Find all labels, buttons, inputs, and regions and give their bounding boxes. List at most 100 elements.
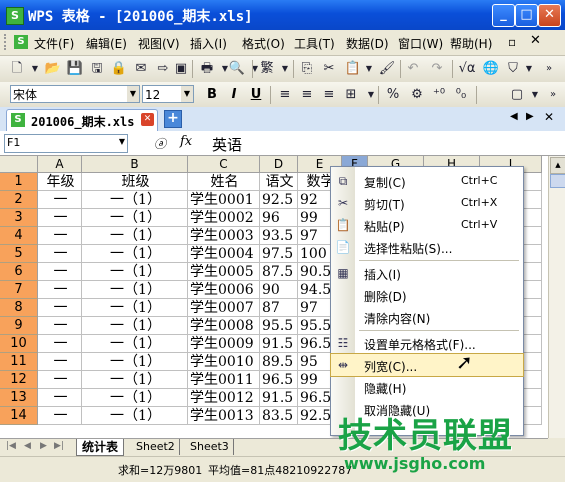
sheet-tab-active[interactable]: 统计表 xyxy=(76,439,125,456)
borders-icon[interactable]: ▢ xyxy=(508,86,526,104)
table-cell[interactable]: 一（1） xyxy=(82,263,188,281)
table-cell[interactable]: 一 xyxy=(38,191,82,209)
cut-icon[interactable]: ✂ xyxy=(320,60,338,78)
new-dropdown-icon[interactable]: ▼ xyxy=(26,60,44,78)
tab-scroll-left-icon[interactable]: ◀ xyxy=(510,111,518,122)
menu-item-paste[interactable]: 📋 粘贴(P) Ctrl+V xyxy=(331,214,523,236)
sheet-tab[interactable]: Sheet2 xyxy=(132,439,180,455)
print-preview-icon[interactable]: 🔍 xyxy=(228,60,246,78)
pdf-icon[interactable]: ▣ xyxy=(172,60,190,78)
table-cell[interactable]: 91.5 xyxy=(260,389,298,407)
row-header[interactable]: 7 xyxy=(0,281,38,299)
chevron-down-icon[interactable]: ▼ xyxy=(181,86,193,102)
underline-button[interactable]: U xyxy=(246,86,266,104)
increase-decimal-icon[interactable]: ⁺⁰ xyxy=(430,86,448,104)
row-header[interactable]: 10 xyxy=(0,335,38,353)
table-cell[interactable]: 一 xyxy=(38,317,82,335)
traditional-chinese-icon[interactable]: 繁 xyxy=(258,60,276,78)
table-cell[interactable]: 96 xyxy=(260,209,298,227)
row-header[interactable]: 2 xyxy=(0,191,38,209)
table-cell[interactable]: 一（1） xyxy=(82,191,188,209)
font-name-combo[interactable]: 宋体 ▼ xyxy=(10,85,140,103)
menu-restore-icon[interactable]: ▫ xyxy=(508,35,516,49)
formula-content[interactable]: 英语 xyxy=(212,134,242,155)
close-tab-icon[interactable]: ✕ xyxy=(141,113,154,126)
table-cell[interactable]: 一 xyxy=(38,209,82,227)
column-header[interactable]: C xyxy=(188,156,260,173)
print-icon[interactable]: 🖶 xyxy=(198,60,216,78)
table-cell[interactable]: 一（1） xyxy=(82,371,188,389)
convert-dropdown-icon[interactable]: ▼ xyxy=(276,60,294,78)
chevron-down-icon[interactable]: ▼ xyxy=(127,86,139,102)
table-cell[interactable]: 学生0008 xyxy=(188,317,260,335)
align-center-icon[interactable]: ≡ xyxy=(298,86,316,104)
mail-icon[interactable]: ✉ xyxy=(132,60,150,78)
row-header[interactable]: 12 xyxy=(0,371,38,389)
format-painter-icon[interactable]: 🖌 xyxy=(378,60,396,78)
function-icon[interactable]: √α xyxy=(458,60,476,78)
menu-help[interactable]: 帮助(H) xyxy=(450,35,492,52)
minimize-button[interactable]: _ xyxy=(492,4,515,27)
document-tab[interactable]: S 201006_期末.xls ✕ xyxy=(6,109,158,131)
menu-item-hide[interactable]: 隐藏(H) xyxy=(331,376,523,398)
table-cell[interactable]: 一 xyxy=(38,245,82,263)
function-icon[interactable]: fx xyxy=(180,134,192,149)
font-size-combo[interactable]: 12 ▼ xyxy=(142,85,194,103)
table-cell[interactable]: 92.5 xyxy=(260,191,298,209)
tab-close-all-icon[interactable]: ✕ xyxy=(544,110,554,124)
row-header[interactable]: 9 xyxy=(0,317,38,335)
save-icon[interactable]: 💾 xyxy=(66,60,84,78)
scroll-up-icon[interactable]: ▲ xyxy=(550,157,565,174)
menu-item-paste-special[interactable]: 📄 选择性粘贴(S)... xyxy=(331,236,523,258)
table-cell[interactable]: 95.5 xyxy=(260,317,298,335)
table-cell[interactable]: 学生0007 xyxy=(188,299,260,317)
menu-window[interactable]: 窗口(W) xyxy=(398,35,443,52)
row-header[interactable]: 13 xyxy=(0,389,38,407)
comma-style-icon[interactable]: ⚙ xyxy=(408,86,426,104)
table-cell[interactable]: 一 xyxy=(38,281,82,299)
table-cell[interactable]: 学生0005 xyxy=(188,263,260,281)
web-icon[interactable]: 🌐 xyxy=(482,60,500,78)
scroll-thumb[interactable] xyxy=(550,174,565,188)
menu-format[interactable]: 格式(O) xyxy=(242,35,285,52)
table-cell[interactable]: 一 xyxy=(38,227,82,245)
table-cell[interactable]: 学生0006 xyxy=(188,281,260,299)
undo-icon[interactable]: ↶ xyxy=(404,60,422,78)
menu-insert[interactable]: 插入(I) xyxy=(190,35,227,52)
menu-tools[interactable]: 工具(T) xyxy=(294,35,335,52)
table-cell[interactable]: 93.5 xyxy=(260,227,298,245)
toolbar-overflow-icon[interactable]: » xyxy=(544,86,562,104)
menu-item-cut[interactable]: ✂ 剪切(T) Ctrl+X xyxy=(331,192,523,214)
menu-close-icon[interactable]: ✕ xyxy=(530,33,541,48)
table-cell[interactable]: 一（1） xyxy=(82,299,188,317)
first-sheet-icon[interactable]: |◀ xyxy=(6,441,16,451)
row-header[interactable]: 14 xyxy=(0,407,38,425)
row-header[interactable]: 8 xyxy=(0,299,38,317)
table-cell[interactable]: 一 xyxy=(38,353,82,371)
row-header[interactable]: 1 xyxy=(0,173,38,191)
menu-item-column-width[interactable]: ⇹ 列宽(C)... xyxy=(330,353,524,377)
bold-button[interactable]: B xyxy=(202,86,222,104)
table-cell[interactable]: 一（1） xyxy=(82,281,188,299)
new-tab-icon[interactable]: + xyxy=(164,110,182,128)
copy-format-icon[interactable]: ⎘ xyxy=(298,60,316,78)
column-header[interactable]: A xyxy=(38,156,82,173)
redo-icon[interactable]: ↷ xyxy=(428,60,446,78)
table-cell[interactable]: 89.5 xyxy=(260,353,298,371)
permission-icon[interactable]: 🔒 xyxy=(110,60,128,78)
close-button[interactable]: ✕ xyxy=(538,4,561,27)
table-cell[interactable]: 90 xyxy=(260,281,298,299)
table-cell[interactable]: 一（1） xyxy=(82,389,188,407)
row-header[interactable]: 11 xyxy=(0,353,38,371)
menu-file[interactable]: 文件(F) xyxy=(34,35,74,52)
table-cell[interactable]: 学生0009 xyxy=(188,335,260,353)
menu-view[interactable]: 视图(V) xyxy=(138,35,180,52)
table-cell[interactable]: 83.5 xyxy=(260,407,298,425)
table-cell[interactable]: 87.5 xyxy=(260,263,298,281)
select-all-corner[interactable] xyxy=(0,156,38,173)
row-header[interactable]: 6 xyxy=(0,263,38,281)
chevron-down-icon[interactable]: ▼ xyxy=(119,137,125,146)
menu-item-format-cells[interactable]: ☷ 设置单元格格式(F)... xyxy=(331,332,523,354)
prev-sheet-icon[interactable]: ◀ xyxy=(24,441,31,451)
align-left-icon[interactable]: ≡ xyxy=(276,86,294,104)
